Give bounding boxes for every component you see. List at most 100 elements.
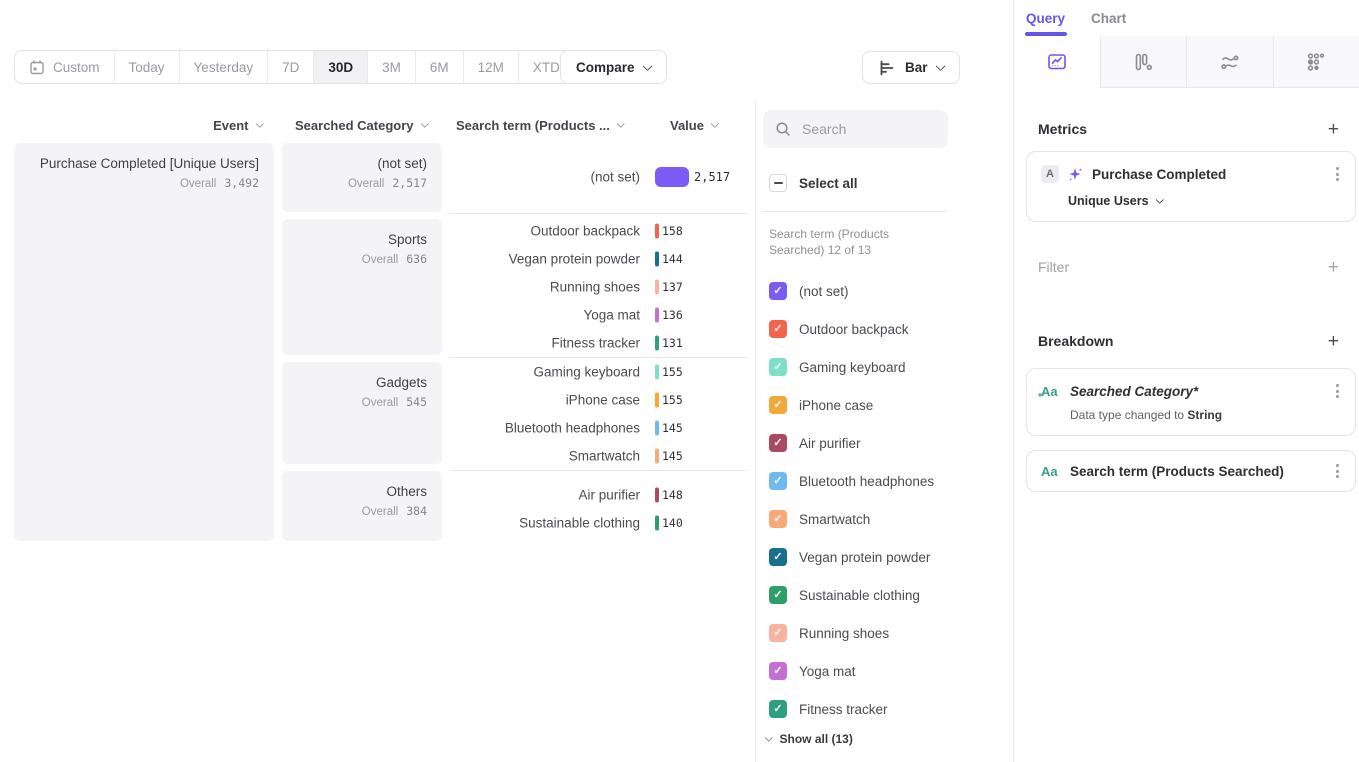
legend-item-smartwatch[interactable]: ✓Smartwatch — [769, 507, 870, 531]
metric-card[interactable]: A Purchase Completed Unique Users — [1026, 151, 1356, 222]
check-icon: ✓ — [773, 590, 782, 601]
search-term-row-smartwatch[interactable]: Smartwatch145 — [450, 442, 750, 470]
search-term-row-vegan-protein-powder[interactable]: Vegan protein powder144 — [450, 245, 750, 273]
legend-item-iphone-case[interactable]: ✓iPhone case — [769, 393, 873, 417]
report-type-insights[interactable] — [1014, 36, 1100, 88]
search-term-row-running-shoes[interactable]: Running shoes137 — [450, 273, 750, 301]
range-button-today[interactable]: Today — [115, 51, 180, 83]
range-button-12m[interactable]: 12M — [464, 51, 519, 83]
check-icon: ✓ — [773, 514, 782, 525]
search-term-row-gaming-keyboard[interactable]: Gaming keyboard 155 — [450, 358, 750, 386]
checkbox-checked[interactable]: ✓ — [769, 320, 787, 338]
tab-query[interactable]: Query — [1026, 11, 1065, 26]
search-term-row-air-purifier[interactable]: Air purifier148 — [450, 481, 750, 509]
search-term-row-fitness-tracker[interactable]: Fitness tracker131 — [450, 329, 750, 357]
breakdown-card-search-term[interactable]: Aa Search term (Products Searched) — [1026, 450, 1356, 492]
checkbox-checked[interactable]: ✓ — [769, 586, 787, 604]
value-label: 145 — [662, 421, 683, 435]
legend-item-gaming-keyboard[interactable]: ✓Gaming keyboard — [769, 355, 906, 379]
range-button-custom[interactable]: Custom — [15, 51, 115, 83]
filter-title: Filter — [1038, 259, 1069, 275]
checkbox-checked[interactable]: ✓ — [769, 700, 787, 718]
category-cell-sports[interactable]: SportsOverall636 — [282, 219, 442, 355]
column-header-search-term[interactable]: Search term (Products ... — [456, 114, 686, 136]
checkbox-checked[interactable]: ✓ — [769, 434, 787, 452]
tab-label: Query — [1026, 11, 1065, 26]
show-all-button[interactable]: Show all (13) — [766, 732, 853, 746]
value-bar — [655, 516, 659, 531]
legend-item-sustainable-clothing[interactable]: ✓ Sustainable clothing — [769, 583, 920, 607]
breakdown-card-searched-category[interactable]: Aa* Searched Category* Data type changed… — [1026, 368, 1356, 436]
add-metric-button[interactable]: + — [1328, 120, 1339, 139]
column-header-event[interactable]: Event — [14, 114, 262, 136]
overall-label: Overall — [362, 506, 398, 518]
checkbox-checked[interactable]: ✓ — [769, 282, 787, 300]
search-term-label: Yoga mat — [450, 308, 640, 323]
report-type-retention[interactable] — [1273, 36, 1359, 88]
range-button-3m[interactable]: 3M — [368, 51, 416, 83]
select-all-row[interactable]: Select all — [769, 174, 858, 192]
search-term-row-sustainable-clothing[interactable]: Sustainable clothing140 — [450, 509, 750, 537]
legend-item-label: Sustainable clothing — [799, 588, 920, 603]
column-header-searched-category[interactable]: Searched Category — [282, 114, 427, 136]
search-box[interactable] — [763, 110, 948, 148]
checkbox-checked[interactable]: ✓ — [769, 510, 787, 528]
search-term-row-bluetooth-headphones[interactable]: Bluetooth headphones145 — [450, 414, 750, 442]
legend-item-vegan-protein-powder[interactable]: ✓Vegan protein powder — [769, 545, 930, 569]
search-term-row-iphone-case[interactable]: iPhone case155 — [450, 386, 750, 414]
select-all-checkbox[interactable] — [769, 174, 787, 192]
overall-label: Overall — [362, 254, 398, 266]
range-button-yesterday[interactable]: Yesterday — [180, 51, 269, 83]
search-term-row-not-set[interactable]: (not set)2,517 — [450, 157, 750, 197]
checkbox-checked[interactable]: ✓ — [769, 662, 787, 680]
range-button-7d[interactable]: 7D — [268, 51, 314, 83]
report-type-flows[interactable] — [1186, 36, 1273, 88]
search-term-row-outdoor-backpack[interactable]: Outdoor backpack158 — [450, 217, 750, 245]
kebab-menu-icon[interactable] — [1334, 382, 1341, 400]
legend-item-bluetooth-headphones[interactable]: ✓Bluetooth headphones — [769, 469, 934, 493]
chevron-down-icon — [617, 120, 625, 128]
category-cell-not-set[interactable]: (not set)Overall2,517 — [282, 143, 442, 212]
legend-item-running-shoes[interactable]: ✓Running shoes — [769, 621, 889, 645]
add-breakdown-button[interactable]: + — [1328, 332, 1339, 351]
check-icon: ✓ — [773, 400, 782, 411]
report-type-funnels[interactable] — [1100, 36, 1187, 88]
chart-type-label: Bar — [905, 60, 928, 75]
checkbox-checked[interactable]: ✓ — [769, 396, 787, 414]
search-term-label: Gaming keyboard — [450, 365, 640, 380]
legend-item-yoga-mat[interactable]: ✓Yoga mat — [769, 659, 856, 683]
search-term-label: iPhone case — [450, 393, 640, 408]
event-cell[interactable]: Purchase Completed [Unique Users] Overal… — [14, 143, 274, 541]
value-label: 155 — [662, 365, 683, 379]
compare-button[interactable]: Compare — [560, 50, 667, 84]
legend-item-air-purifier[interactable]: ✓Air purifier — [769, 431, 861, 455]
select-all-label: Select all — [799, 176, 858, 191]
range-button-6m[interactable]: 6M — [416, 51, 464, 83]
legend-item-fitness-tracker[interactable]: ✓Fitness tracker — [769, 697, 888, 721]
search-term-row-yoga-mat[interactable]: Yoga mat136 — [450, 301, 750, 329]
category-cell-others[interactable]: OthersOverall384 — [282, 471, 442, 541]
category-name: Gadgets — [297, 375, 427, 390]
add-filter-button[interactable]: + — [1328, 258, 1339, 277]
breakdown-note: Data type changed to String — [1070, 408, 1341, 422]
counting-method-dropdown[interactable]: Unique Users — [1068, 194, 1341, 208]
category-cell-gadgets[interactable]: Gadgets Overall545 — [282, 362, 442, 464]
kebab-menu-icon[interactable] — [1334, 165, 1341, 183]
checkbox-checked[interactable]: ✓ — [769, 548, 787, 566]
legend-item-not-set[interactable]: ✓(not set) — [769, 279, 849, 303]
category-overall: Overall545 — [297, 395, 427, 409]
range-button-30d[interactable]: 30D — [314, 51, 368, 83]
checkbox-checked[interactable]: ✓ — [769, 358, 787, 376]
legend-item-label: Outdoor backpack — [799, 322, 909, 337]
column-header-value[interactable]: Value — [670, 114, 750, 136]
search-input[interactable] — [800, 120, 934, 138]
kebab-menu-icon[interactable] — [1334, 462, 1341, 480]
compare-label: Compare — [576, 60, 635, 75]
checkbox-checked[interactable]: ✓ — [769, 624, 787, 642]
legend-item-outdoor-backpack[interactable]: ✓ Outdoor backpack — [769, 317, 909, 341]
chart-type-button[interactable]: Bar — [862, 51, 960, 84]
tab-chart[interactable]: Chart — [1091, 11, 1126, 26]
checkbox-checked[interactable]: ✓ — [769, 472, 787, 490]
value-bar — [655, 308, 659, 323]
chevron-down-icon — [711, 120, 719, 128]
